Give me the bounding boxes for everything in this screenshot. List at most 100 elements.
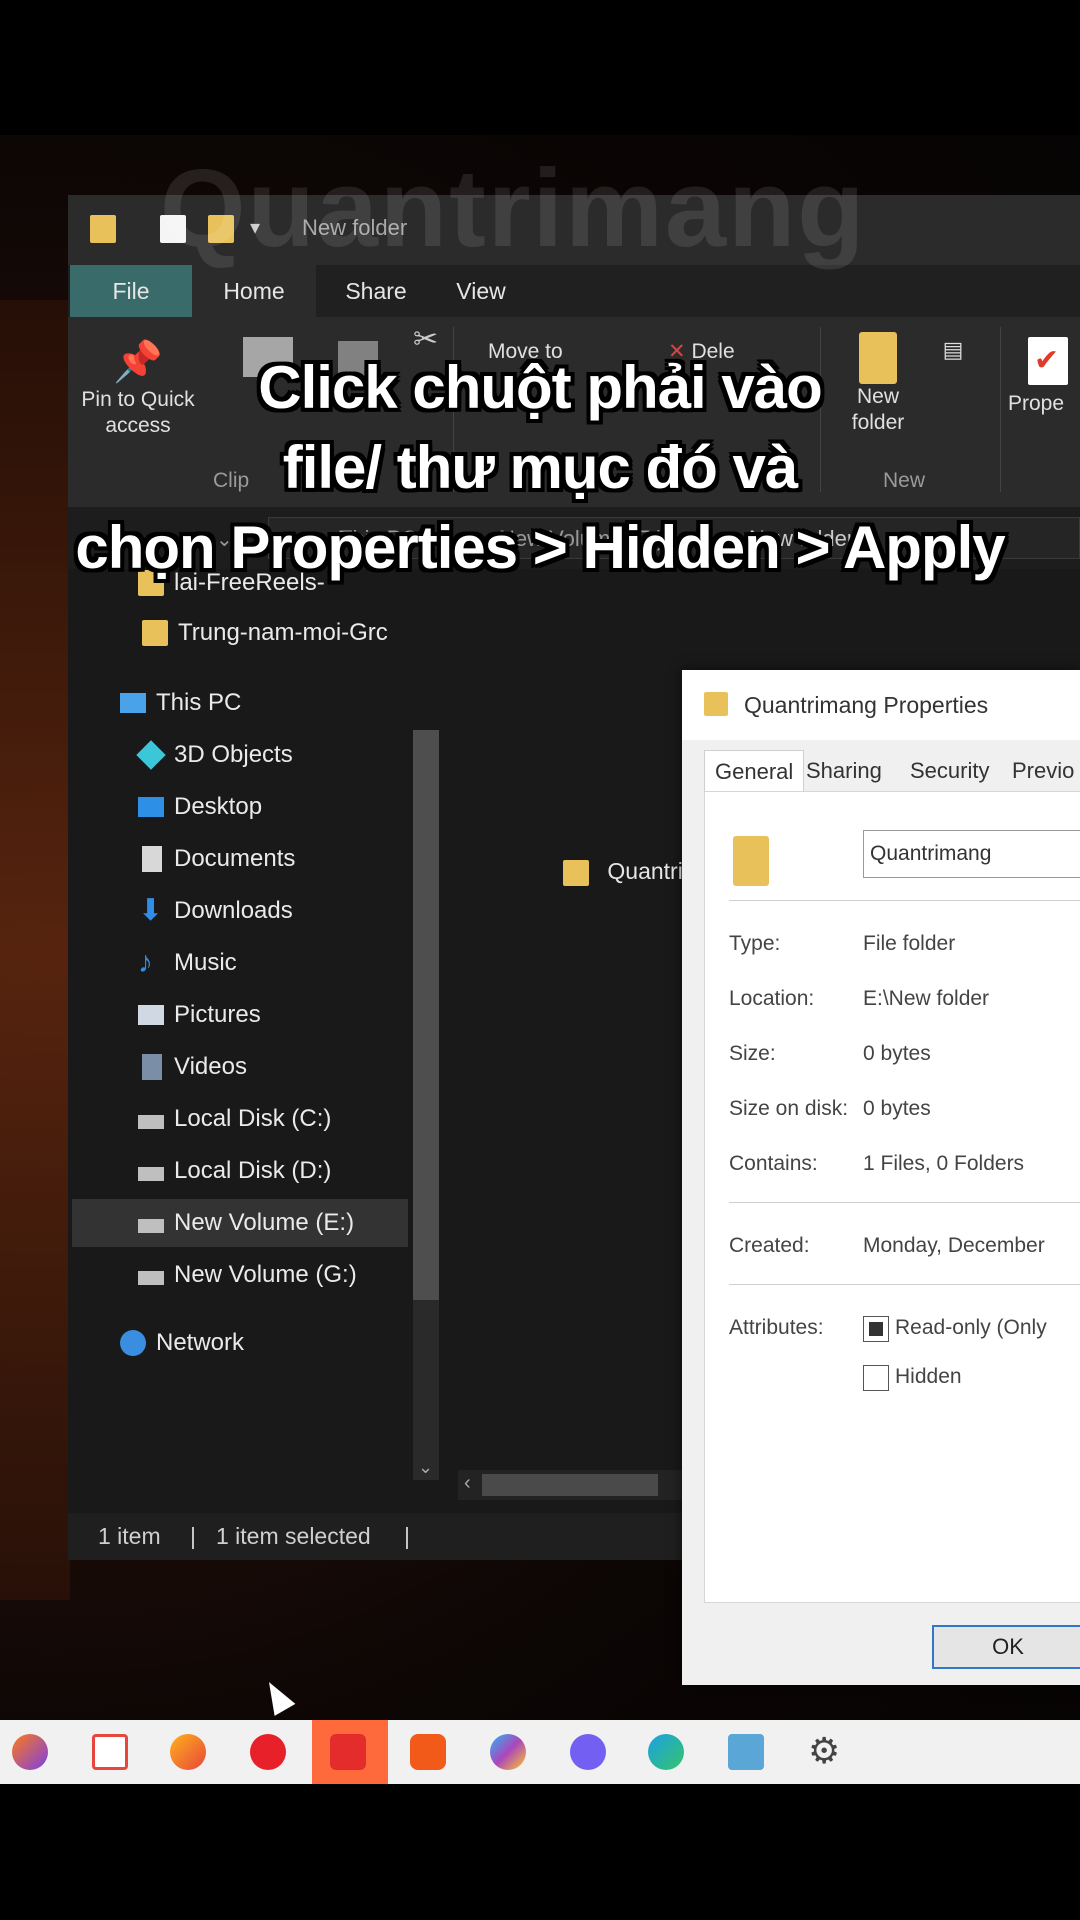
drive-icon bbox=[138, 1167, 164, 1181]
type-label: Type: bbox=[729, 932, 781, 955]
general-tab-page: Quantrimang Type: File folder Location: … bbox=[704, 791, 1080, 1603]
nav-item-videos[interactable]: Videos bbox=[138, 1043, 247, 1091]
wps-icon[interactable] bbox=[330, 1734, 366, 1770]
pictures-icon bbox=[138, 1005, 164, 1025]
firefox-icon[interactable] bbox=[12, 1734, 48, 1770]
caption-line-2: file/ thư mục đó và bbox=[282, 434, 799, 501]
folder-icon bbox=[563, 859, 589, 886]
status-separator: | bbox=[404, 1523, 410, 1549]
letterbox-top bbox=[0, 0, 1080, 135]
location-label: Location: bbox=[729, 987, 815, 1010]
nav-item-network[interactable]: Network bbox=[120, 1319, 244, 1367]
nav-label: Trung-nam-moi-Grc bbox=[178, 619, 388, 646]
desktop-icon bbox=[138, 797, 164, 817]
app-icon[interactable] bbox=[92, 1734, 128, 1770]
nav-item-pictures[interactable]: Pictures bbox=[138, 991, 261, 1039]
tab-previous-versions[interactable]: Previo bbox=[1002, 750, 1080, 792]
navigation-pane: lai-FreeReels- Trung-nam-moi-Grc This PC… bbox=[68, 569, 448, 1489]
location-value: E:\New folder bbox=[863, 987, 990, 1010]
tab-sharing[interactable]: Sharing bbox=[796, 750, 892, 792]
computer-icon bbox=[120, 693, 146, 713]
nav-item-new-volume-g[interactable]: New Volume (G:) bbox=[138, 1251, 357, 1299]
folder-name-input[interactable]: Quantrimang bbox=[863, 830, 1080, 878]
nav-item-3d-objects[interactable]: 3D Objects bbox=[136, 731, 293, 779]
tab-file[interactable]: File bbox=[70, 265, 192, 317]
watermark-logo: Quantrimang bbox=[160, 147, 867, 270]
hidden-checkbox[interactable] bbox=[863, 1365, 889, 1391]
app-icon[interactable] bbox=[490, 1734, 526, 1770]
tab-share[interactable]: Share bbox=[326, 265, 426, 317]
contains-value: 1 Files, 0 Folders bbox=[863, 1152, 1025, 1175]
properties-title: Quantrimang Properties bbox=[744, 692, 989, 718]
attributes-label: Attributes: bbox=[729, 1316, 824, 1339]
music-note-icon: ♪ bbox=[138, 946, 153, 979]
nav-item-documents[interactable]: Documents bbox=[138, 835, 295, 883]
nav-label: Documents bbox=[174, 845, 296, 872]
network-icon bbox=[120, 1330, 146, 1356]
nav-item-music[interactable]: ♪ Music bbox=[138, 939, 237, 987]
document-icon bbox=[142, 846, 162, 872]
firefox-icon[interactable] bbox=[170, 1734, 206, 1770]
folder-icon bbox=[704, 692, 728, 716]
caption-line-3: chọn Properties > Hidden > Apply bbox=[75, 514, 1005, 581]
nav-item-this-pc[interactable]: This PC bbox=[120, 679, 241, 727]
scroll-down-icon[interactable]: ⌄ bbox=[418, 1457, 433, 1478]
photos-icon[interactable] bbox=[728, 1734, 764, 1770]
ok-button[interactable]: OK bbox=[932, 1625, 1080, 1669]
brave-icon[interactable] bbox=[410, 1734, 446, 1770]
record-icon[interactable] bbox=[250, 1734, 286, 1770]
tab-home[interactable]: Home bbox=[192, 265, 316, 317]
divider bbox=[729, 1284, 1080, 1285]
nav-label: Videos bbox=[174, 1053, 247, 1080]
size-on-disk-label: Size on disk: bbox=[729, 1097, 849, 1120]
folder-icon bbox=[142, 620, 168, 646]
scroll-left-icon[interactable]: ‹ bbox=[464, 1472, 471, 1495]
read-only-checkbox[interactable] bbox=[863, 1316, 889, 1342]
created-label: Created: bbox=[729, 1234, 810, 1257]
settings-icon[interactable]: ⚙ bbox=[808, 1730, 840, 1772]
tab-general[interactable]: General bbox=[704, 750, 805, 793]
viber-icon[interactable] bbox=[570, 1734, 606, 1770]
nav-item-local-disk-d[interactable]: Local Disk (D:) bbox=[138, 1147, 331, 1195]
cube-icon bbox=[136, 740, 166, 770]
horizontal-scrollbar-thumb[interactable] bbox=[482, 1474, 658, 1496]
divider bbox=[729, 1202, 1080, 1203]
videos-icon bbox=[142, 1054, 162, 1080]
nav-label: Local Disk (D:) bbox=[174, 1157, 332, 1184]
nav-item-local-disk-c[interactable]: Local Disk (C:) bbox=[138, 1095, 331, 1143]
nav-item-downloads[interactable]: ⬇ Downloads bbox=[138, 887, 293, 935]
taskbar: ⚙ bbox=[0, 1720, 1080, 1784]
edge-icon[interactable] bbox=[648, 1734, 684, 1770]
item-count: 1 item bbox=[98, 1523, 161, 1549]
nav-scrollbar[interactable]: ⌄ bbox=[413, 730, 439, 1480]
size-value: 0 bytes bbox=[863, 1042, 931, 1065]
read-only-label: Read-only (Only bbox=[895, 1316, 1047, 1339]
properties-title-bar: Quantrimang Properties bbox=[682, 670, 1080, 740]
folder-large-icon bbox=[733, 836, 769, 886]
tutorial-caption: Click chuột phải vào file/ thư mục đó và… bbox=[0, 348, 1080, 588]
tab-view[interactable]: View bbox=[436, 265, 526, 317]
nav-item-new-volume-e[interactable]: New Volume (E:) bbox=[72, 1199, 408, 1247]
download-arrow-icon: ⬇ bbox=[138, 894, 164, 927]
caption-line-1: Click chuột phải vào bbox=[258, 354, 822, 421]
divider bbox=[729, 900, 1080, 901]
drive-icon bbox=[138, 1271, 164, 1285]
hidden-label: Hidden bbox=[895, 1365, 962, 1388]
tab-security[interactable]: Security bbox=[900, 750, 999, 792]
nav-item-recent-2[interactable]: Trung-nam-moi-Grc bbox=[142, 609, 388, 657]
status-separator: | bbox=[190, 1523, 196, 1549]
nav-scrollbar-thumb[interactable] bbox=[413, 730, 439, 1300]
nav-label: New Volume (G:) bbox=[174, 1261, 357, 1288]
nav-label: Network bbox=[156, 1329, 245, 1356]
letterbox-bottom bbox=[0, 1783, 1080, 1920]
nav-label: This PC bbox=[156, 689, 242, 716]
properties-dialog: Quantrimang Properties General Sharing S… bbox=[682, 670, 1080, 1685]
nav-item-desktop[interactable]: Desktop bbox=[138, 783, 262, 831]
created-value: Monday, December bbox=[863, 1234, 1045, 1257]
nav-label: Desktop bbox=[174, 793, 263, 820]
drive-icon bbox=[138, 1219, 164, 1233]
size-label: Size: bbox=[729, 1042, 776, 1065]
selected-count: 1 item selected bbox=[216, 1523, 371, 1549]
drive-icon bbox=[138, 1115, 164, 1129]
size-on-disk-value: 0 bytes bbox=[863, 1097, 931, 1120]
